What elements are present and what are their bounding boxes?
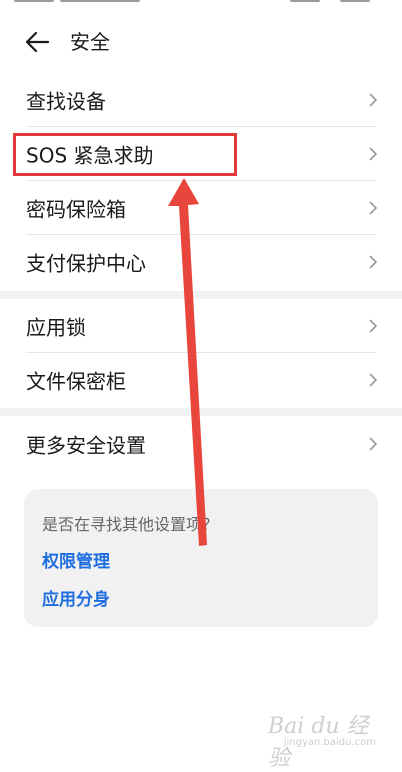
watermark-logo: Bai du 经验 jingyan.baidu.com	[268, 708, 378, 771]
row-label: SOS 紧急求助	[26, 143, 154, 168]
row-label: 文件保密柜	[26, 369, 126, 394]
row-label: 支付保护中心	[26, 251, 146, 276]
row-password-vault[interactable]: 密码保险箱	[0, 181, 402, 235]
chevron-right-icon	[369, 147, 378, 161]
header: 安全	[0, 22, 402, 62]
row-file-safe[interactable]: 文件保密柜	[0, 353, 402, 407]
back-arrow-icon	[25, 31, 50, 53]
back-button[interactable]	[22, 28, 52, 56]
row-find-device[interactable]: 查找设备	[0, 73, 402, 127]
row-app-lock[interactable]: 应用锁	[0, 299, 402, 353]
chevron-right-icon	[369, 319, 378, 333]
chevron-right-icon	[369, 201, 378, 215]
settings-group-primary: 查找设备 SOS 紧急求助 密码保险箱 支付保护中心	[0, 73, 402, 289]
row-label: 密码保险箱	[26, 197, 126, 222]
chevron-right-icon	[369, 437, 378, 451]
row-sos-emergency[interactable]: SOS 紧急求助	[0, 127, 402, 181]
link-app-twin[interactable]: 应用分身	[42, 585, 110, 610]
row-label: 查找设备	[26, 89, 106, 114]
suggestion-question: 是否在寻找其他设置项？	[42, 515, 219, 534]
row-label: 更多安全设置	[26, 433, 146, 458]
row-label: 应用锁	[26, 315, 86, 340]
settings-group-more: 更多安全设置	[0, 417, 402, 471]
page-title: 安全	[70, 30, 110, 54]
section-gap	[0, 291, 402, 299]
chevron-right-icon	[369, 93, 378, 107]
chevron-right-icon	[369, 373, 378, 387]
chevron-right-icon	[369, 255, 378, 269]
link-permission-management[interactable]: 权限管理	[42, 547, 110, 572]
section-gap	[0, 408, 402, 416]
settings-group-privacy: 应用锁 文件保密柜	[0, 299, 402, 407]
row-more-security-settings[interactable]: 更多安全设置	[0, 417, 402, 471]
row-payment-protection[interactable]: 支付保护中心	[0, 235, 402, 289]
status-bar	[0, 0, 402, 14]
watermark-url: jingyan.baidu.com	[283, 737, 376, 748]
suggestion-card: 是否在寻找其他设置项？ 权限管理 应用分身	[24, 489, 378, 627]
